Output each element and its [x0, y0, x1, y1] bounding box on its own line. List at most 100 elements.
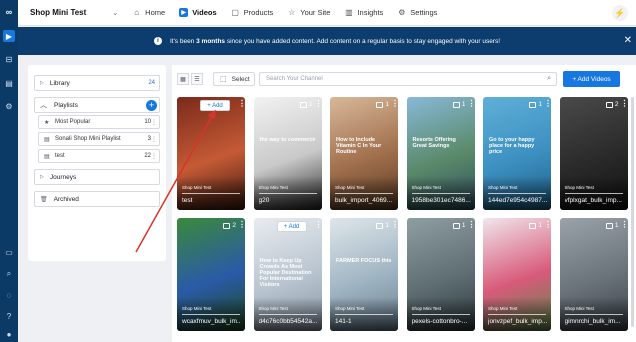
nav-your-site[interactable]: ☆ Your Site — [287, 5, 330, 21]
more-icon[interactable]: ⋮ — [238, 221, 245, 229]
nav-home[interactable]: ⌂ Home — [132, 5, 165, 21]
select-label: Select — [231, 75, 250, 83]
rail-chat-icon[interactable]: ◌ — [3, 289, 15, 301]
nav-label: Home — [145, 8, 166, 17]
badge-count: 1 — [385, 222, 389, 229]
search-icon: ⌕ — [547, 75, 551, 82]
playlist-icon — [605, 222, 613, 229]
chart-icon: ▥ — [345, 8, 353, 17]
playlists-section[interactable]: ︿ Playlists + — [34, 97, 160, 113]
video-card[interactable]: 2 ⋮ Shop Mini Test vfplxgat_bulk_imp... — [559, 97, 628, 210]
nav-videos[interactable]: ▶ Videos — [179, 5, 217, 21]
library-label: Library — [49, 79, 70, 87]
select-button[interactable]: ⬚ Select — [213, 72, 255, 86]
rail-help-icon[interactable]: ? — [3, 310, 15, 322]
more-icon[interactable]: ⋮ — [544, 221, 551, 229]
close-icon[interactable]: ✕ — [624, 35, 632, 46]
more-icon[interactable]: ⋮ — [238, 100, 245, 108]
brand-label: Shop Mini Test — [488, 306, 518, 311]
top-bar: Shop Mini Test ⌄ ⌂ Home ▶ Videos ▢ Products ☆ Y… — [18, 0, 636, 26]
add-to-playlist-button[interactable]: + Add — [200, 100, 230, 111]
more-icon[interactable]: ⋮ — [151, 119, 157, 126]
video-card[interactable]: How to Include Vitamin C In Your Routine… — [330, 97, 398, 210]
playlists-label: Playlists — [54, 101, 78, 109]
progress-bar — [258, 314, 317, 315]
playlist-item[interactable]: ★ Most Popular 10 ⋮ — [38, 115, 160, 129]
video-card[interactable]: Resorts Offering Great Savings 1 ⋮ Shop Min… — [406, 97, 475, 210]
more-icon[interactable]: ⋮ — [151, 136, 157, 143]
more-icon[interactable]: ⋮ — [468, 100, 475, 108]
playlist-item[interactable]: ▤ Sonali Shop Mini Playlist 3 ⋮ — [38, 132, 160, 146]
video-title: pexels-cottonbro-... — [411, 318, 468, 325]
rail-inbox-icon[interactable]: ▭ — [3, 246, 15, 258]
library-section[interactable]: ▷ Library 24 — [34, 75, 160, 91]
more-icon[interactable]: ⋮ — [468, 221, 475, 229]
more-icon[interactable]: ⋮ — [315, 221, 322, 229]
more-icon[interactable]: ⋮ — [621, 100, 628, 108]
brand-label: Shop Mini Test — [182, 306, 212, 311]
playlist-name: Sonali Shop Mini Playlist — [55, 136, 121, 142]
brand-label: Shop Mini Test — [258, 185, 288, 190]
playlist-item[interactable]: ▤ test 22 ⋮ — [38, 149, 160, 163]
search-input[interactable]: Search Your Channel ⌕ — [259, 72, 557, 86]
list-view-icon[interactable]: ☰ — [191, 73, 203, 85]
library-panel: ▷ Library 24 ︿ Playlists + ★ Most Popular… — [28, 65, 166, 261]
brand-label: Shop Mini Test — [488, 185, 518, 190]
bolt-icon[interactable]: ⚡ — [612, 5, 628, 21]
more-icon[interactable]: ⋮ — [621, 221, 628, 229]
playlist-list: ★ Most Popular 10 ⋮ ▤ Sonali Shop Mini Playli… — [34, 115, 160, 163]
playlist-count-badge: 1 — [299, 101, 313, 108]
scrollbar[interactable] — [631, 97, 634, 327]
video-card[interactable]: FARMER FOCUS this 1 ⋮ Shop Mini Test 141-1 — [330, 218, 398, 331]
video-card[interactable]: Go to your happy place for a happy price… — [483, 97, 551, 210]
badge-count: 2 — [232, 222, 236, 229]
grid-view-icon[interactable]: ▦ — [177, 73, 189, 85]
rail-settings-icon[interactable]: ⚙ — [3, 100, 15, 112]
rail-cart-icon[interactable]: ⊟ — [3, 53, 15, 65]
video-card[interactable]: 2 ⋮ Shop Mini Test wcaxfmuv_bulk_im... — [177, 218, 245, 331]
add-to-playlist-button[interactable]: + Add — [276, 221, 307, 232]
brand-label: Shop Mini Test — [258, 306, 288, 311]
more-icon[interactable]: ⋮ — [151, 153, 157, 160]
rail-videos-icon[interactable]: ▶ — [3, 30, 15, 42]
playlist-icon — [452, 222, 460, 229]
more-icon[interactable]: ⋮ — [544, 100, 551, 108]
more-icon[interactable]: ⋮ — [315, 100, 322, 108]
star-icon: ★ — [44, 119, 50, 126]
playlist-count-badge: 1 — [529, 101, 542, 108]
brand-label: Shop Mini Test — [411, 306, 441, 311]
playlist-icon — [376, 101, 384, 108]
rail-search-icon[interactable]: ⌕ — [3, 268, 15, 280]
add-playlist-button[interactable]: + — [146, 100, 157, 111]
archived-section[interactable]: 🗑 Archived — [34, 191, 160, 207]
progress-bar — [335, 314, 393, 315]
rail-page-icon[interactable]: ▤ — [3, 77, 15, 89]
video-card[interactable]: the way to commerce 1 ⋮ Shop Mini Test g20 — [253, 97, 322, 210]
more-icon[interactable]: ⋮ — [391, 100, 398, 108]
nav-label: Insights — [357, 8, 384, 17]
video-title: 144ed7e954c4987... — [488, 197, 547, 204]
videos-panel: ▦ ☰ ⬚ Select Search Your Channel ⌕ + Add… — [172, 65, 636, 342]
video-card[interactable]: 1 ⋮ Shop Mini Test pexels-cottonbro-... — [406, 218, 475, 331]
nav-settings[interactable]: ⚙ Settings — [397, 5, 437, 21]
play-icon: ▶ — [179, 8, 189, 17]
star-icon: ☆ — [288, 8, 296, 17]
add-videos-button[interactable]: + Add Videos — [563, 71, 620, 87]
playlist-icon — [376, 222, 384, 229]
progress-bar — [564, 193, 623, 194]
rail-avatar-icon[interactable]: ● — [3, 328, 15, 340]
nav-products[interactable]: ▢ Products — [231, 5, 273, 21]
playlist-icon — [529, 101, 537, 108]
video-card[interactable]: How to Keep Up Crowds As Most Popular De… — [253, 218, 322, 331]
thumbnail-caption: How to Include Vitamin C In Your Routine — [336, 137, 382, 155]
chevron-right-icon: ▷ — [40, 174, 44, 180]
playlist-count: 10 — [144, 119, 151, 125]
video-card[interactable]: 1 ⋮ Shop Mini Test gimnrchi_bulk_im... — [559, 218, 628, 331]
progress-bar — [488, 314, 546, 315]
video-card[interactable]: + Add ⋮ Shop Mini Test test — [177, 97, 245, 210]
more-icon[interactable]: ⋮ — [391, 221, 398, 229]
video-card[interactable]: 1 ⋮ Shop Mini Test jonvzpef_bulk_imp... — [483, 218, 551, 331]
nav-insights[interactable]: ▥ Insights — [344, 5, 383, 21]
shop-name[interactable]: Shop Mini Test — [30, 8, 86, 17]
journeys-section[interactable]: ▷ Journeys — [34, 169, 160, 185]
